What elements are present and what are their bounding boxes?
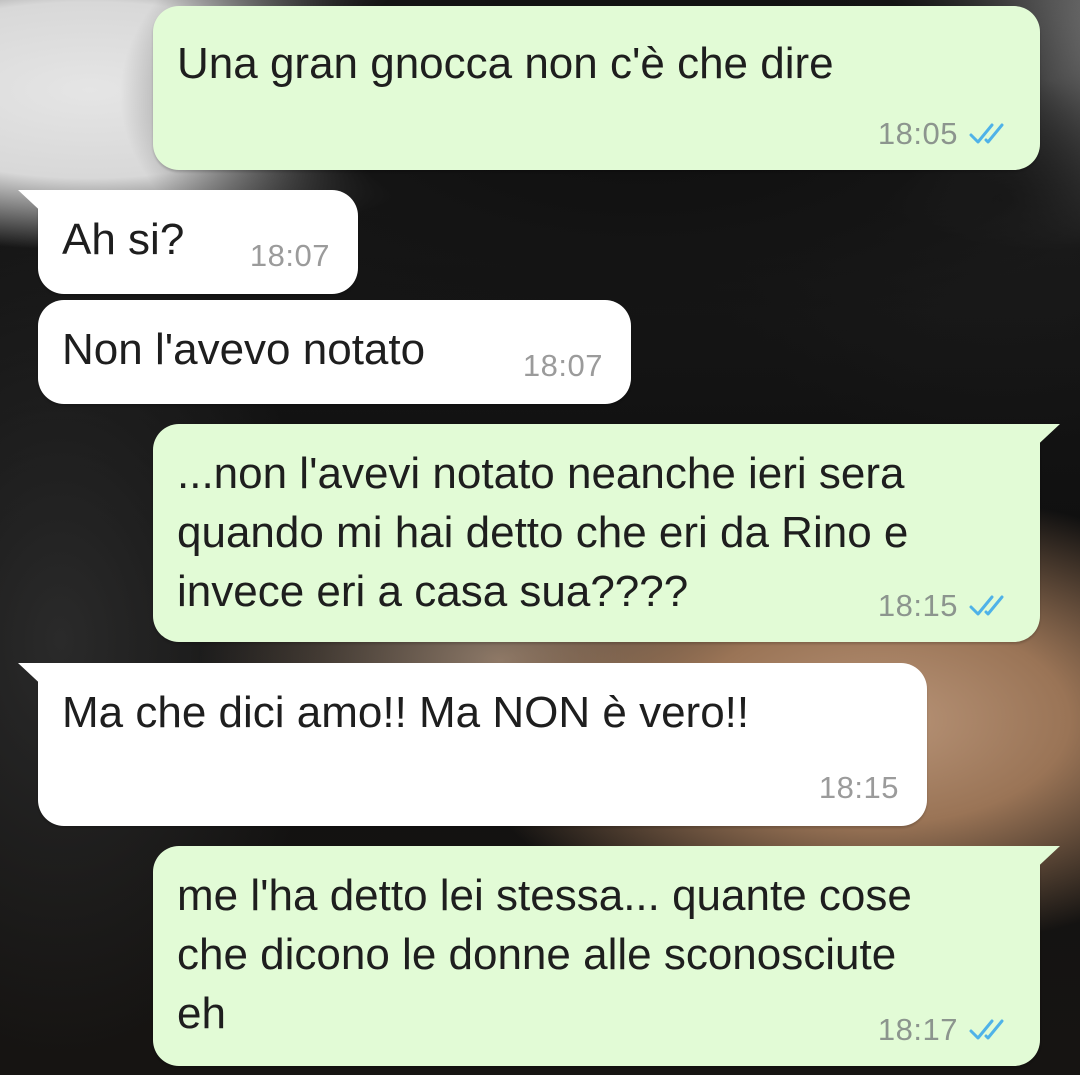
- message-text: Una gran gnocca non c'è che dire: [177, 39, 834, 88]
- message-meta: 18:05: [878, 116, 1012, 152]
- outgoing-message[interactable]: Una gran gnocca non c'è che dire 18:05: [153, 6, 1040, 170]
- message-time: 18:07: [522, 348, 603, 383]
- message-meta: 18:07: [523, 348, 603, 384]
- message-meta: 18:15: [819, 770, 899, 806]
- incoming-message[interactable]: Non l'avevo notato 18:07: [38, 300, 631, 404]
- outgoing-message[interactable]: me l'ha detto lei stessa... quante cose …: [153, 846, 1060, 1066]
- incoming-message[interactable]: Ah si? 18:07: [18, 190, 358, 294]
- message-meta: 18:15: [878, 588, 1012, 624]
- message-time: 18:17: [877, 1012, 958, 1047]
- double-check-icon: [969, 1019, 1004, 1040]
- message-time: 18:15: [877, 588, 958, 623]
- bubble-tail: [18, 663, 48, 691]
- outgoing-message[interactable]: ...non l'avevi notato neanche ieri sera …: [153, 424, 1060, 642]
- message-text: Ma che dici amo!! Ma NON è vero!!: [62, 688, 750, 737]
- double-check-icon: [969, 595, 1004, 616]
- message-time: 18:07: [249, 238, 330, 273]
- message-time: 18:05: [877, 116, 958, 151]
- bubble-tail: [18, 190, 48, 218]
- message-list[interactable]: Una gran gnocca non c'è che dire 18:05 A…: [0, 0, 1080, 1075]
- message-meta: 18:17: [878, 1012, 1012, 1048]
- incoming-message[interactable]: Ma che dici amo!! Ma NON è vero!! 18:15: [18, 663, 927, 826]
- bubble-tail: [1030, 424, 1060, 452]
- message-meta: 18:07: [250, 238, 330, 274]
- message-time: 18:15: [818, 770, 899, 805]
- bubble-tail: [1030, 846, 1060, 874]
- double-check-icon: [969, 123, 1004, 144]
